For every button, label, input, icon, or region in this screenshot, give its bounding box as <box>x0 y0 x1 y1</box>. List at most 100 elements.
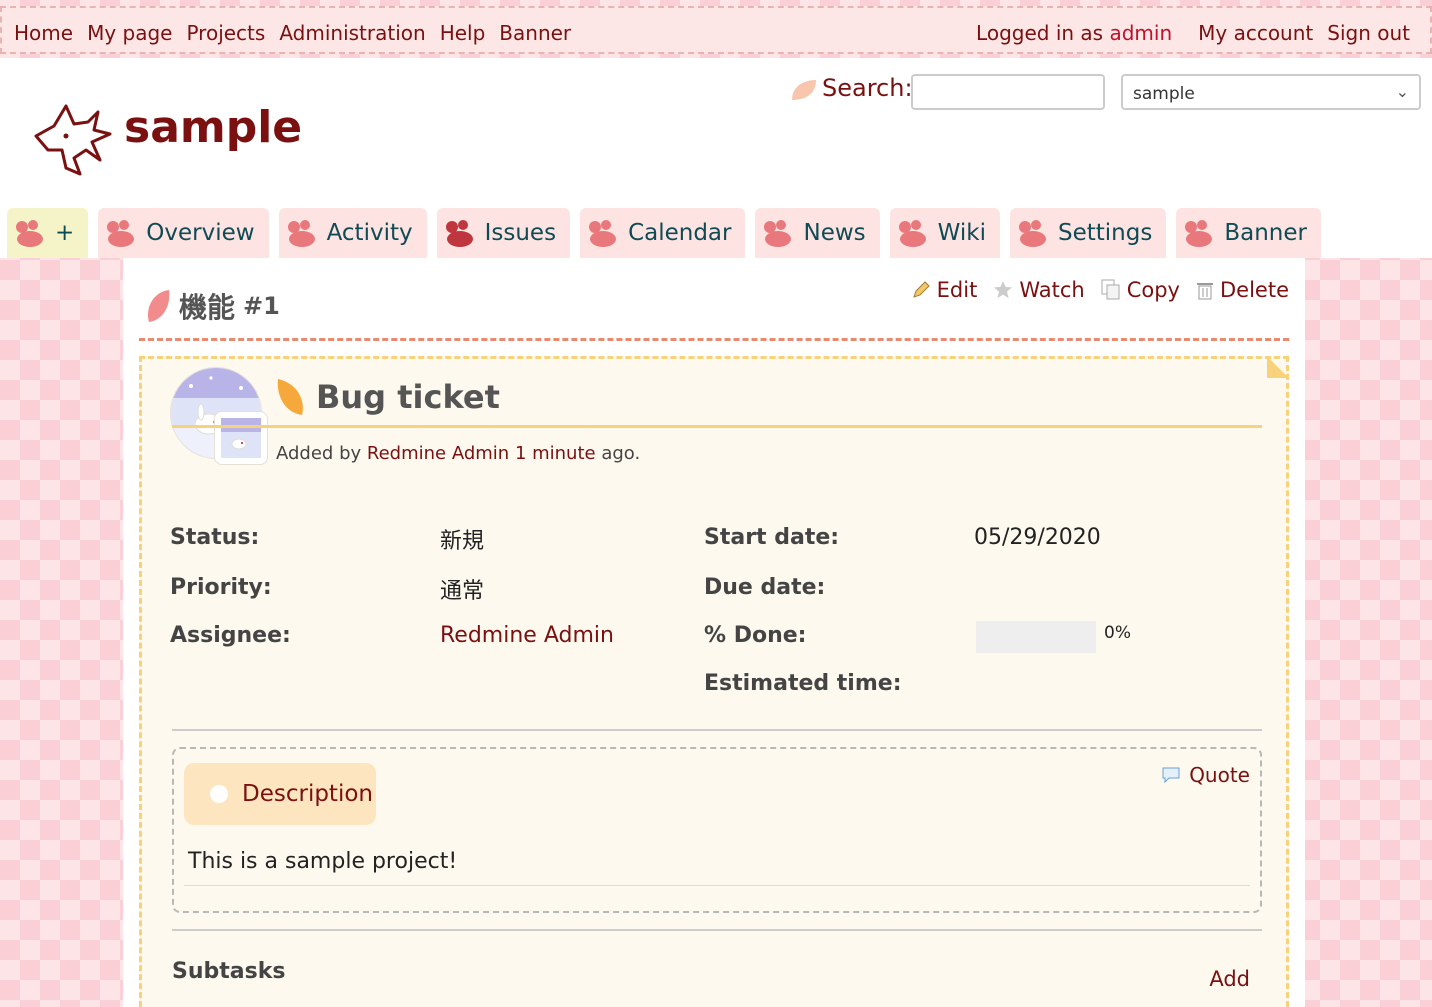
status-value: 新規 <box>440 529 485 554</box>
page-corner <box>1267 356 1289 378</box>
pencil-icon <box>912 281 930 298</box>
issue-number: #1 <box>243 292 280 320</box>
header: sample Search: sample ⌄ + Overview Activit… <box>0 58 1432 258</box>
tab-calendar[interactable]: Calendar <box>580 208 746 258</box>
paw-icon <box>287 220 315 247</box>
watch-label: Watch <box>1019 278 1085 302</box>
tab-news[interactable]: News <box>755 208 880 258</box>
leaf-icon <box>277 379 303 415</box>
description-text: This is a sample project! <box>188 849 458 874</box>
issue-heading: 機能 #1 <box>145 286 280 326</box>
rabbit-avatar-icon <box>221 418 261 458</box>
watch-button[interactable]: Watch <box>993 278 1085 302</box>
paw-icon <box>107 220 135 247</box>
tab-settings[interactable]: Settings <box>1009 208 1167 258</box>
paw-icon <box>764 220 792 247</box>
description-title: Description <box>242 781 373 807</box>
subtasks-heading: Subtasks <box>172 959 286 984</box>
delete-label: Delete <box>1220 278 1289 302</box>
bird-logo-icon <box>34 104 112 176</box>
quote-label: Quote <box>1189 763 1250 787</box>
author-prefix: Added by <box>276 443 362 464</box>
top-menu-projects[interactable]: Projects <box>186 21 265 45</box>
tab-label: Calendar <box>628 220 732 246</box>
done-progress-bar <box>976 621 1096 653</box>
tab-wiki[interactable]: Wiki <box>889 208 1000 258</box>
divider <box>172 929 1262 931</box>
age-link[interactable]: 1 minute <box>515 443 596 464</box>
divider <box>139 338 1289 341</box>
search-label: Search: <box>822 74 913 102</box>
content: 機能 #1 Edit Watch Copy Delete Bug ticket … <box>123 258 1305 1007</box>
trash-icon <box>1197 283 1213 300</box>
copy-label: Copy <box>1126 278 1180 302</box>
description-box: Description Quote This is a sample proje… <box>172 747 1262 913</box>
quote-button[interactable]: Quote <box>1161 763 1250 787</box>
logged-in-status: Logged in as admin <box>976 21 1172 45</box>
tab-label: Settings <box>1057 220 1153 246</box>
status-label: Status: <box>170 525 260 550</box>
delete-button[interactable]: Delete <box>1196 278 1289 302</box>
edit-button[interactable]: Edit <box>911 278 978 302</box>
estimated-time-label: Estimated time: <box>704 671 902 696</box>
paw-icon <box>16 220 43 247</box>
edit-label: Edit <box>936 278 978 302</box>
tab-activity[interactable]: Activity <box>278 208 427 258</box>
paw-icon <box>445 220 473 247</box>
logged-in-user-link[interactable]: admin <box>1109 21 1172 45</box>
issue-details: Bug ticket Added by Redmine Admin 1 minu… <box>139 356 1289 1007</box>
copy-icon <box>1101 279 1120 300</box>
add-subtask-link[interactable]: Add <box>1209 967 1250 991</box>
assignee-link[interactable]: Redmine Admin <box>440 623 614 648</box>
description-heading: Description <box>184 763 376 825</box>
paw-icon <box>589 220 617 247</box>
tab-label: News <box>803 220 866 246</box>
author-link[interactable]: Redmine Admin <box>367 443 509 464</box>
done-percent: 0% <box>1104 623 1131 643</box>
chevron-down-icon: ⌄ <box>1395 82 1409 101</box>
issue-subject-text: Bug ticket <box>316 378 500 416</box>
top-menu-help[interactable]: Help <box>440 21 486 45</box>
priority-label: Priority: <box>170 575 272 600</box>
divider <box>172 425 1262 428</box>
top-menu-administration[interactable]: Administration <box>279 21 425 45</box>
assignee-label: Assignee: <box>170 623 291 648</box>
paw-icon <box>1018 220 1046 247</box>
sign-out-link[interactable]: Sign out <box>1327 21 1410 45</box>
tab-label: Activity <box>326 220 413 246</box>
top-menu-home[interactable]: Home <box>14 21 73 45</box>
tab-label: Issues <box>484 220 557 246</box>
issue-actions: Edit Watch Copy Delete <box>911 278 1289 302</box>
divider <box>172 729 1262 731</box>
avatar-small <box>214 411 268 465</box>
tab-label: Wiki <box>937 220 986 246</box>
tab-issues[interactable]: Issues <box>436 208 571 258</box>
paw-icon <box>898 220 926 247</box>
search-input[interactable] <box>911 74 1105 110</box>
project-jump-value: sample <box>1133 84 1195 104</box>
speech-bubble-icon <box>1162 767 1180 784</box>
top-menu-banner[interactable]: Banner <box>499 21 571 45</box>
done-label: % Done: <box>704 623 807 648</box>
leaf-icon <box>147 290 170 322</box>
copy-button[interactable]: Copy <box>1101 278 1180 302</box>
dot-icon <box>210 785 228 803</box>
project-title: sample <box>124 102 303 153</box>
tab-label: Overview <box>146 220 255 246</box>
tab-overview[interactable]: Overview <box>98 208 269 258</box>
star-icon <box>994 281 1013 298</box>
age-suffix: ago. <box>601 443 641 464</box>
leaf-icon <box>792 80 816 100</box>
issue-tracker: 機能 <box>179 291 236 324</box>
tab-label: Banner <box>1224 220 1307 246</box>
tab-banner[interactable]: Banner <box>1176 208 1321 258</box>
top-menu-my-page[interactable]: My page <box>87 21 172 45</box>
tab-new-object[interactable]: + <box>7 208 89 258</box>
tab-label: + <box>55 220 75 246</box>
paw-icon <box>1185 220 1213 247</box>
logged-in-prefix: Logged in as <box>976 21 1104 45</box>
project-jump-select[interactable]: sample ⌄ <box>1121 74 1421 110</box>
my-account-link[interactable]: My account <box>1198 21 1313 45</box>
issue-author-line: Added by Redmine Admin 1 minute ago. <box>276 443 640 464</box>
priority-value: 通常 <box>440 579 485 604</box>
